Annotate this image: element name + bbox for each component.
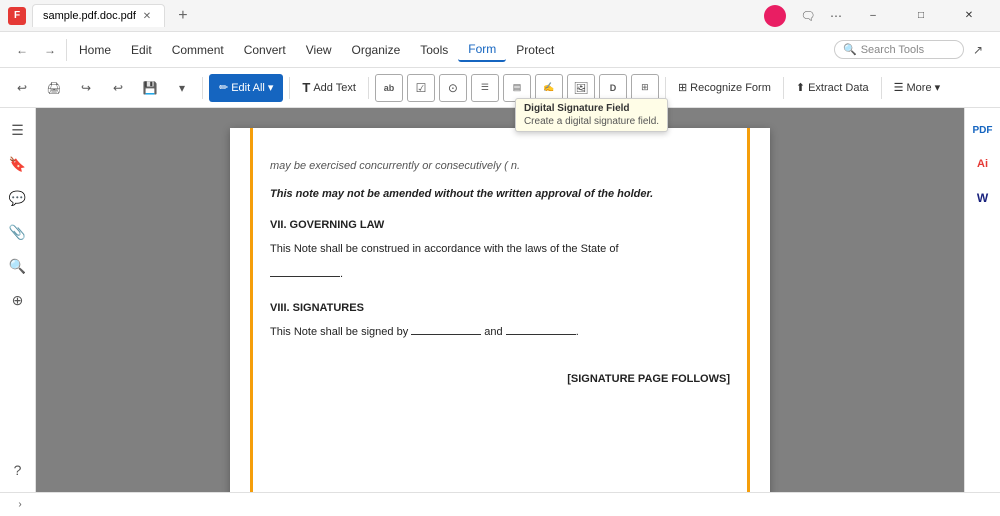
toolbar-sep-5: [783, 77, 784, 99]
search-placeholder: Search Tools: [861, 44, 924, 56]
menu-convert[interactable]: Convert: [234, 39, 296, 61]
print-button[interactable]: 🖨: [40, 74, 68, 102]
menu-separator-1: [66, 39, 67, 61]
main-area: ☰ 🔖 💬 📎 🔍 ⊕ ? may be exercised concurren…: [0, 108, 1000, 492]
tab-close-button[interactable]: ✕: [140, 9, 154, 23]
toolbar: ↩ 🖨 ↪ ↩ 💾 ▾ ✏ Edit All ▾ T Add Text ab ☑…: [0, 68, 1000, 108]
bottom-chevron-button[interactable]: ›: [10, 495, 30, 515]
menu-edit[interactable]: Edit: [121, 39, 162, 61]
document-tab[interactable]: sample.pdf.doc.pdf ✕: [32, 4, 165, 27]
left-border-decoration: [250, 128, 253, 492]
menu-bar: ← → Home Edit Comment Convert View Organ…: [0, 32, 1000, 68]
left-sidebar: ☰ 🔖 💬 📎 🔍 ⊕ ?: [0, 108, 36, 492]
expand-icon[interactable]: ↗: [964, 36, 992, 64]
window-controls: – □ ✕: [850, 0, 992, 32]
toolbar-sep-1: [202, 77, 203, 99]
undo2-button[interactable]: ↩: [104, 74, 132, 102]
title-bar-left: F sample.pdf.doc.pdf ✕ +: [8, 4, 764, 28]
document-area[interactable]: may be exercised concurrently or consecu…: [36, 108, 964, 492]
doc-signature-block: [SIGNATURE PAGE FOLLOWS]: [270, 371, 730, 389]
sidebar-comment-icon[interactable]: 💬: [4, 184, 32, 212]
user-avatar: [764, 5, 786, 27]
doc-section8-title: VIII. SIGNATURES: [270, 300, 730, 318]
menu-comment[interactable]: Comment: [162, 39, 234, 61]
tab-title: sample.pdf.doc.pdf: [43, 10, 136, 22]
title-bar: F sample.pdf.doc.pdf ✕ + 🗨 ⋯ – □ ✕: [0, 0, 1000, 32]
toolbar-sep-3: [368, 77, 369, 99]
edit-icon: ✏: [219, 81, 228, 94]
save-button[interactable]: 💾: [136, 74, 164, 102]
menu-home[interactable]: Home: [69, 39, 121, 61]
doc-signer2-blank: [506, 334, 576, 335]
text-field-icon[interactable]: ab: [375, 74, 403, 102]
checkbox-icon[interactable]: ☑: [407, 74, 435, 102]
recognize-form-button[interactable]: ⊞ Recognize Form: [672, 74, 777, 102]
chat-icon[interactable]: 🗨: [794, 2, 822, 30]
app-icon: F: [8, 7, 26, 25]
doc-signer1-blank: [411, 334, 481, 335]
right-border-decoration: [747, 128, 750, 492]
doc-bold-italic-text: This note may not be amended without the…: [270, 186, 730, 204]
menu-form[interactable]: Form: [458, 38, 506, 62]
doc-section7-blank: .: [270, 266, 730, 284]
sidebar-panels-icon[interactable]: ☰: [4, 116, 32, 144]
word-icon[interactable]: W: [969, 184, 997, 212]
more-options-icon[interactable]: ⋯: [822, 2, 850, 30]
recognize-icon: ⊞: [678, 81, 687, 94]
doc-section7-text: This Note shall be construed in accordan…: [270, 241, 730, 259]
menu-protect[interactable]: Protect: [506, 39, 564, 61]
nav-back-button[interactable]: ←: [8, 36, 36, 64]
sidebar-help-icon[interactable]: ?: [4, 456, 32, 484]
more-icon: ☰: [894, 81, 904, 94]
signature-field-button[interactable]: ✍: [535, 74, 563, 102]
redo-button[interactable]: ↪: [72, 74, 100, 102]
more-dropdown-icon: ▾: [935, 81, 941, 94]
more-button[interactable]: ☰ More ▾: [888, 74, 946, 102]
foxit-pdf-icon[interactable]: PDF: [969, 116, 997, 144]
search-icon: 🔍: [843, 43, 857, 56]
search-tools-box[interactable]: 🔍 Search Tools: [834, 40, 964, 59]
toolbar-sep-4: [665, 77, 666, 99]
radio-button-icon[interactable]: ⊙: [439, 74, 467, 102]
image-field-icon[interactable]: 🖼: [567, 74, 595, 102]
edit-all-dropdown-icon: ▾: [268, 81, 274, 94]
document-content: may be exercised concurrently or consecu…: [270, 158, 730, 389]
menu-organize[interactable]: Organize: [342, 39, 411, 61]
nav-forward-button[interactable]: →: [36, 36, 64, 64]
doc-first-line: may be exercised concurrently or consecu…: [270, 158, 730, 176]
doc-section8-text: This Note shall be signed by and .: [270, 324, 730, 342]
extract-data-button[interactable]: ⬆ Extract Data: [790, 74, 875, 102]
sidebar-bookmark-icon[interactable]: 🔖: [4, 150, 32, 178]
menu-tools[interactable]: Tools: [410, 39, 458, 61]
dropdown-field-icon[interactable]: ▤: [503, 74, 531, 102]
add-text-button[interactable]: T Add Text: [296, 74, 362, 102]
table-field-icon[interactable]: ⊞: [631, 74, 659, 102]
signature-field-wrapper: ✍ Digital Signature Field Create a digit…: [535, 74, 563, 102]
undo-button[interactable]: ↩: [8, 74, 36, 102]
doc-blank-line-1: [270, 276, 340, 277]
close-button[interactable]: ✕: [946, 0, 992, 32]
text-icon: T: [302, 80, 310, 95]
extract-icon: ⬆: [796, 81, 805, 94]
maximize-button[interactable]: □: [898, 0, 944, 32]
bottom-bar: ›: [0, 492, 1000, 516]
new-tab-button[interactable]: +: [171, 4, 195, 28]
date-field-icon[interactable]: D: [599, 74, 627, 102]
listbox-icon[interactable]: ☰: [471, 74, 499, 102]
edit-all-button[interactable]: ✏ Edit All ▾: [209, 74, 283, 102]
toolbar-sep-2: [289, 77, 290, 99]
sidebar-layers-icon[interactable]: ⊕: [4, 286, 32, 314]
menu-view[interactable]: View: [296, 39, 342, 61]
right-sidebar: PDF Ai W: [964, 108, 1000, 492]
minimize-button[interactable]: –: [850, 0, 896, 32]
sidebar-search-icon[interactable]: 🔍: [4, 252, 32, 280]
sidebar-attachment-icon[interactable]: 📎: [4, 218, 32, 246]
adobe-ai-icon[interactable]: Ai: [969, 150, 997, 178]
dropdown-nav-icon[interactable]: ▾: [168, 74, 196, 102]
document-page: may be exercised concurrently or consecu…: [230, 128, 770, 492]
doc-section7-title: VII. GOVERNING LAW: [270, 217, 730, 235]
toolbar-sep-6: [881, 77, 882, 99]
